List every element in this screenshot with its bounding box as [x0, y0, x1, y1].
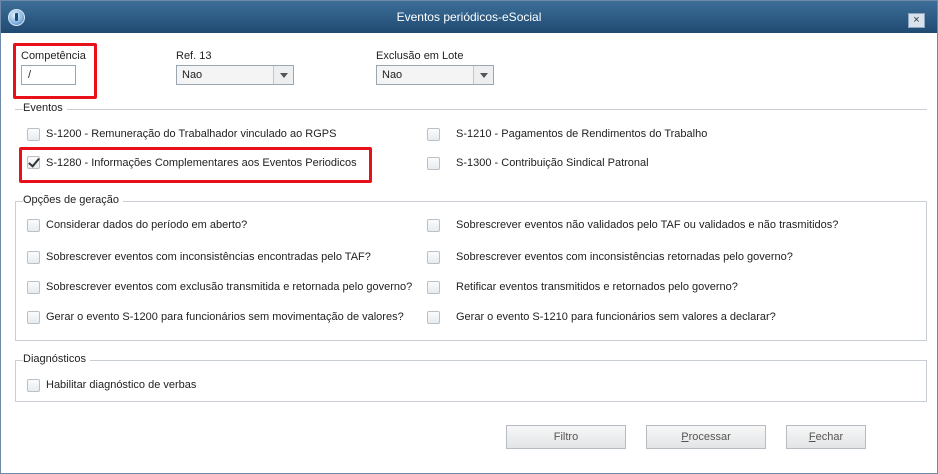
label-s1200: S-1200 - Remuneração do Trabalhador vinc…: [46, 128, 337, 140]
eventos-group-line: [15, 109, 927, 110]
label-gerar-s1210: Gerar o evento S-1210 para funcionários …: [456, 311, 776, 323]
label-inconsist-taf: Sobrescrever eventos com inconsistências…: [46, 251, 371, 263]
chevron-down-icon[interactable]: [273, 66, 293, 84]
checkbox-retificar[interactable]: [427, 281, 440, 294]
label-diagnostico-verbas: Habilitar diagnóstico de verbas: [46, 379, 197, 391]
checkbox-s1300[interactable]: [427, 157, 440, 170]
label-retificar: Retificar eventos transmitidos e retorna…: [456, 281, 738, 293]
label-s1300: S-1300 - Contribuição Sindical Patronal: [456, 157, 649, 169]
diagnosticos-group-line: [15, 360, 927, 361]
label-nao-validados: Sobrescrever eventos não validados pelo …: [456, 219, 839, 231]
exclusao-label: Exclusão em Lote: [376, 50, 464, 62]
checkbox-exclusao-transmitida[interactable]: [27, 281, 40, 294]
ref13-select[interactable]: Nao: [176, 65, 294, 85]
checkbox-s1210[interactable]: [427, 128, 440, 141]
checkbox-s1200[interactable]: [27, 128, 40, 141]
checkbox-gerar-s1210[interactable]: [427, 311, 440, 324]
filtro-button[interactable]: Filtro: [506, 425, 626, 449]
processar-button[interactable]: Processar: [646, 425, 766, 449]
checkbox-inconsist-taf[interactable]: [27, 251, 40, 264]
exclusao-value: Nao: [382, 69, 403, 81]
label-periodo-aberto: Considerar dados do período em aberto?: [46, 219, 248, 231]
processar-accel: P: [681, 431, 689, 443]
close-button[interactable]: ×: [908, 13, 925, 28]
fechar-button[interactable]: Fechar: [786, 425, 866, 449]
diagnosticos-group-title: Diagnósticos: [23, 353, 90, 365]
ref13-label: Ref. 13: [176, 50, 212, 62]
highlight-s1280: [19, 147, 372, 183]
label-exclusao-transmitida: Sobrescrever eventos com exclusão transm…: [46, 281, 413, 293]
exclusao-select[interactable]: Nao: [376, 65, 494, 85]
fechar-accel: F: [808, 431, 816, 443]
dialog-window: Eventos periódicos-eSocial × Competência…: [0, 0, 938, 474]
window-title: Eventos periódicos-eSocial: [396, 10, 542, 24]
checkbox-gerar-s1200[interactable]: [27, 311, 40, 324]
label-s1210: S-1210 - Pagamentos de Rendimentos do Tr…: [456, 128, 708, 140]
eventos-group-title: Eventos: [23, 102, 67, 114]
chevron-down-icon[interactable]: [473, 66, 493, 84]
checkbox-inconsist-governo[interactable]: [427, 251, 440, 264]
label-inconsist-governo: Sobrescrever eventos com inconsistências…: [456, 251, 793, 263]
checkbox-periodo-aberto[interactable]: [27, 219, 40, 232]
checkbox-diagnostico-verbas[interactable]: [27, 379, 40, 392]
processar-label: rocessar: [688, 431, 731, 443]
opcoes-group-line: [15, 201, 927, 202]
ref13-value: Nao: [182, 69, 203, 81]
opcoes-group-title: Opções de geração: [23, 194, 124, 206]
title-bar[interactable]: Eventos periódicos-eSocial ×: [1, 1, 937, 33]
fechar-label: echar: [815, 431, 844, 443]
highlight-competencia: [13, 43, 97, 99]
label-gerar-s1200: Gerar o evento S-1200 para funcionários …: [46, 311, 404, 323]
checkbox-nao-validados[interactable]: [427, 219, 440, 232]
